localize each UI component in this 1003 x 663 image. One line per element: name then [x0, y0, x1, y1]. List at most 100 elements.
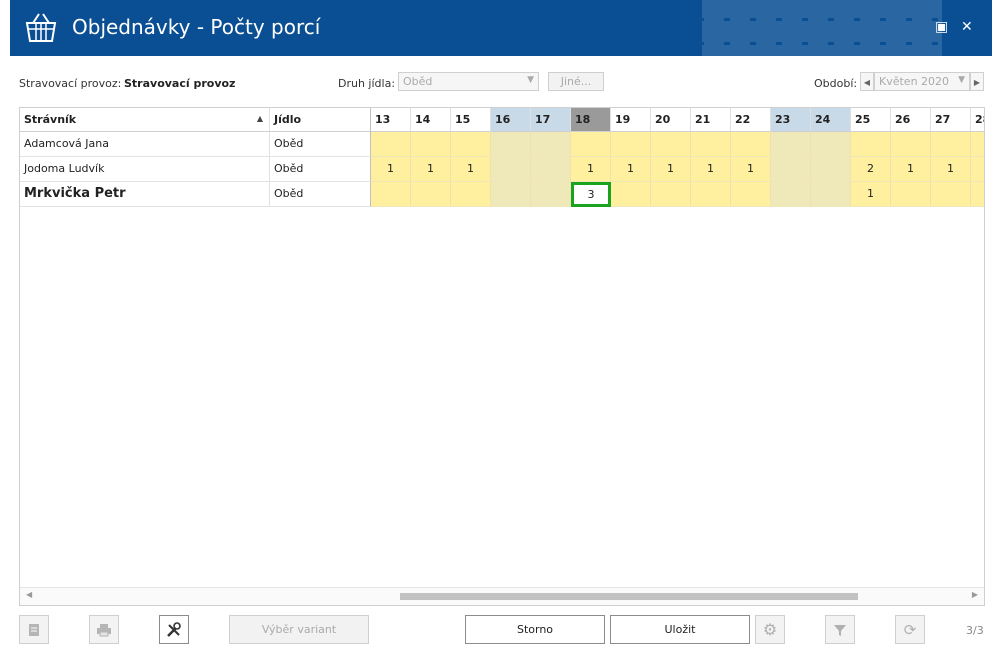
- day-header-19[interactable]: 19: [611, 108, 651, 132]
- portion-cell[interactable]: [651, 132, 691, 157]
- portion-cell[interactable]: [811, 132, 851, 157]
- portion-cell[interactable]: [371, 132, 411, 157]
- tools-icon: [167, 621, 181, 637]
- row-meal[interactable]: Oběd: [270, 182, 371, 207]
- portion-cell[interactable]: 1: [651, 157, 691, 182]
- day-header-28[interactable]: 28: [971, 108, 984, 132]
- portion-cell[interactable]: 1: [451, 157, 491, 182]
- period-next-button[interactable]: ▶: [970, 72, 984, 91]
- page-counter: 3/3: [966, 624, 984, 637]
- portion-cell[interactable]: [451, 132, 491, 157]
- portion-cell[interactable]: [691, 132, 731, 157]
- portion-cell[interactable]: [931, 132, 971, 157]
- portion-cell[interactable]: [771, 132, 811, 157]
- gear-icon: ⚙: [762, 620, 778, 639]
- day-header-27[interactable]: 27: [931, 108, 971, 132]
- portion-cell[interactable]: [571, 132, 611, 157]
- day-header-21[interactable]: 21: [691, 108, 731, 132]
- day-header-18[interactable]: 18: [571, 108, 611, 132]
- row-meal[interactable]: Oběd: [270, 132, 371, 157]
- ulozit-button[interactable]: Uložit: [610, 615, 750, 644]
- portion-cell[interactable]: [731, 132, 771, 157]
- portion-cell[interactable]: 1: [691, 157, 731, 182]
- portion-cell[interactable]: 1: [931, 157, 971, 182]
- portion-cell[interactable]: 1: [611, 157, 651, 182]
- period-prev-button[interactable]: ◀: [860, 72, 874, 91]
- header-jidlo[interactable]: Jídlo: [270, 108, 371, 132]
- portion-cell[interactable]: [731, 182, 771, 207]
- obdobi-select[interactable]: Květen 2020 ▼: [874, 72, 970, 91]
- day-header-24[interactable]: 24: [811, 108, 851, 132]
- portion-cell[interactable]: 2: [851, 157, 891, 182]
- scroll-right-icon[interactable]: ▶: [972, 590, 978, 599]
- portion-cell[interactable]: [931, 182, 971, 207]
- portion-cell[interactable]: [491, 132, 531, 157]
- settings-button[interactable]: ⚙: [755, 615, 785, 644]
- header-stravnik[interactable]: Strávník ▲: [20, 108, 270, 132]
- horizontal-scrollbar[interactable]: ◀ ▶: [20, 587, 984, 605]
- portion-cell[interactable]: [971, 132, 984, 157]
- tools-button[interactable]: [159, 615, 189, 644]
- report-button[interactable]: [19, 615, 49, 644]
- portion-cell[interactable]: 1: [891, 157, 931, 182]
- scrollbar-thumb[interactable]: [400, 593, 858, 600]
- refresh-button[interactable]: ⟳: [895, 615, 925, 644]
- portion-cell[interactable]: [891, 132, 931, 157]
- day-header-25[interactable]: 25: [851, 108, 891, 132]
- portion-cell[interactable]: [491, 157, 531, 182]
- provoz-label: Stravovací provoz:: [19, 77, 122, 90]
- portion-cell[interactable]: [611, 132, 651, 157]
- portion-cell[interactable]: [371, 182, 411, 207]
- day-header-17[interactable]: 17: [531, 108, 571, 132]
- filter-button[interactable]: [825, 615, 855, 644]
- day-header-26[interactable]: 26: [891, 108, 931, 132]
- portion-cell[interactable]: [531, 157, 571, 182]
- day-header-20[interactable]: 20: [651, 108, 691, 132]
- portion-cell[interactable]: [411, 182, 451, 207]
- portion-cell[interactable]: [811, 157, 851, 182]
- day-header-23[interactable]: 23: [771, 108, 811, 132]
- druh-jidla-select[interactable]: Oběd ▼: [398, 72, 539, 91]
- jine-button[interactable]: Jiné...: [548, 72, 604, 91]
- filter-icon: [834, 624, 846, 636]
- row-name[interactable]: Jodoma Ludvík: [20, 157, 270, 182]
- druh-jidla-value: Oběd: [403, 75, 433, 88]
- day-header-15[interactable]: 15: [451, 108, 491, 132]
- portion-cell[interactable]: [851, 132, 891, 157]
- portion-cell[interactable]: [971, 157, 984, 182]
- portion-cell[interactable]: [651, 182, 691, 207]
- day-header-16[interactable]: 16: [491, 108, 531, 132]
- day-header-22[interactable]: 22: [731, 108, 771, 132]
- scroll-left-icon[interactable]: ◀: [26, 590, 32, 599]
- portion-cell[interactable]: [771, 182, 811, 207]
- chevron-down-icon: ▼: [527, 75, 534, 85]
- portion-cell[interactable]: [451, 182, 491, 207]
- portion-cell[interactable]: [811, 182, 851, 207]
- row-name[interactable]: Adamcová Jana: [20, 132, 270, 157]
- portion-cell[interactable]: [491, 182, 531, 207]
- portion-cell-focused[interactable]: 3: [571, 182, 611, 207]
- portion-cell[interactable]: 1: [371, 157, 411, 182]
- portion-cell[interactable]: [691, 182, 731, 207]
- portion-cell[interactable]: [411, 132, 451, 157]
- portion-cell[interactable]: 1: [851, 182, 891, 207]
- row-name[interactable]: Mrkvička Petr: [20, 182, 270, 207]
- portion-cell[interactable]: [771, 157, 811, 182]
- portion-cell[interactable]: [531, 132, 571, 157]
- vyber-variant-button[interactable]: Výběr variant: [229, 615, 369, 644]
- maximize-button[interactable]: ▣: [935, 19, 948, 35]
- portion-cell[interactable]: [971, 182, 984, 207]
- window-title: Objednávky - Počty porcí: [72, 15, 321, 39]
- portion-cell[interactable]: [611, 182, 651, 207]
- print-button[interactable]: [89, 615, 119, 644]
- storno-button[interactable]: Storno: [465, 615, 605, 644]
- day-header-14[interactable]: 14: [411, 108, 451, 132]
- portion-cell[interactable]: 1: [731, 157, 771, 182]
- portion-cell[interactable]: [531, 182, 571, 207]
- portion-cell[interactable]: 1: [411, 157, 451, 182]
- portion-cell[interactable]: [891, 182, 931, 207]
- day-header-13[interactable]: 13: [371, 108, 411, 132]
- row-meal[interactable]: Oběd: [270, 157, 371, 182]
- close-button[interactable]: ✕: [961, 19, 973, 35]
- portion-cell[interactable]: 1: [571, 157, 611, 182]
